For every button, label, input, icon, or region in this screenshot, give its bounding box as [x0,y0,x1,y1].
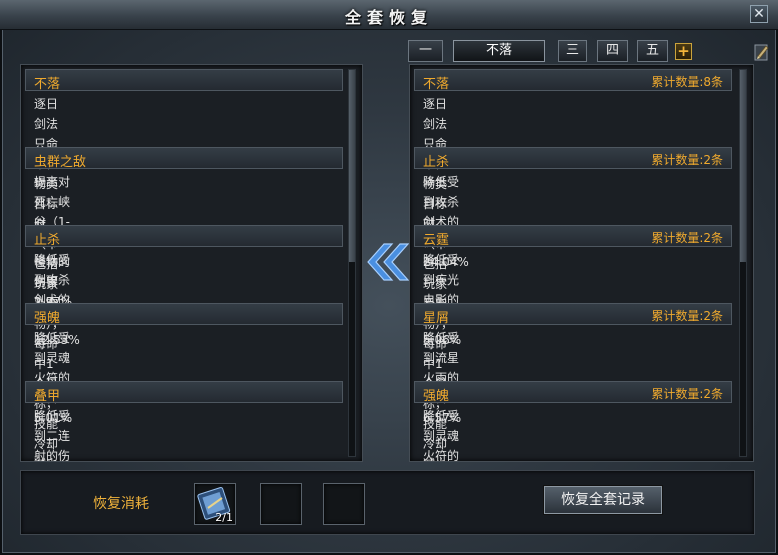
edit-icon[interactable] [752,42,770,62]
current-set-panel: 不落 逐日剑法只命中怪物类目标时（不包括玩家及宠 物），每命中1个目标，技能冷却… [20,64,363,462]
item-slot-scroll[interactable]: 2/1 [194,483,236,525]
entry-name: 云霆 [423,233,450,248]
restore-set-panel: 不落 累计数量:8条 逐日剑法只命中怪物类目标时（不包括玩家及宠 物），每命中1… [409,64,754,462]
tab-5[interactable]: 五 [637,40,668,62]
entry-name: 虫群之敌 [34,155,87,170]
entry-description: 降低受到灵魂火符的伤害7.85% [423,406,461,462]
entry-header: 止杀 累计数量:2条 [414,147,732,170]
tab-2-active[interactable]: 不落 [453,40,545,62]
entry-name: 强魄 [423,389,450,404]
item-count: 2/1 [215,511,233,524]
entry-description: 降低受到二连射的伤害2.73% [34,406,72,462]
entry-header: 强魄 累计数量:2条 [414,381,732,404]
tab-3[interactable]: 三 [558,40,587,62]
entry-header: 不落 累计数量:8条 [414,69,732,92]
entry-header: 星屑 累计数量:2条 [414,303,732,326]
entry-header: 虫群之敌 [25,147,343,170]
window: 全套恢复 ✕ 一 不落 三 四 五 + G 不落 逐日剑法只命中怪物类目标时（不… [0,0,778,555]
double-chevron-left-icon [367,243,410,281]
title-bar: 全套恢复 ✕ [0,0,778,30]
entry-header: 云霆 累计数量:2条 [414,225,732,248]
entry-name: 止杀 [423,155,450,170]
restore-cost-bar: 恢复消耗 2/1 恢复全套记录 [20,470,755,535]
entry-count: 累计数量:2条 [651,231,723,245]
tab-1[interactable]: 一 [408,40,443,62]
entry-name: 强魄 [34,311,61,326]
entry-count: 累计数量:2条 [651,309,723,323]
entry-name: 叠甲 [34,389,61,404]
cost-label: 恢复消耗 [93,496,149,512]
entry-desc-line: 降低受到灵魂火符的伤害7.85% [423,409,460,462]
window-title: 全套恢复 [344,8,433,27]
entry-name: 不落 [34,77,61,92]
entry-count: 累计数量:8条 [651,75,723,89]
restore-full-set-button[interactable]: 恢复全套记录 [544,486,662,514]
close-icon[interactable]: ✕ [750,5,768,23]
entry-header: 止杀 [25,225,343,248]
tab-4[interactable]: 四 [597,40,628,62]
scrollbar-thumb[interactable] [740,70,746,262]
item-slot-empty[interactable] [260,483,302,525]
entry-header: 不落 [25,69,343,92]
entry-count: 累计数量:2条 [651,153,723,167]
item-slot-empty[interactable] [323,483,365,525]
add-tab-button[interactable]: + [675,43,692,60]
entry-count: 累计数量:2条 [651,387,723,401]
scrollbar-thumb[interactable] [349,70,355,262]
entry-header: 叠甲 [25,381,343,404]
entry-name: 不落 [423,77,450,92]
entry-name: 星屑 [423,311,450,326]
entry-header: 强魄 [25,303,343,326]
scrollbar[interactable] [348,69,356,457]
entry-desc-line: 降低受到二连射的伤害2.73% [34,409,71,462]
entry-name: 止杀 [34,233,61,248]
scrollbar[interactable] [739,69,747,457]
